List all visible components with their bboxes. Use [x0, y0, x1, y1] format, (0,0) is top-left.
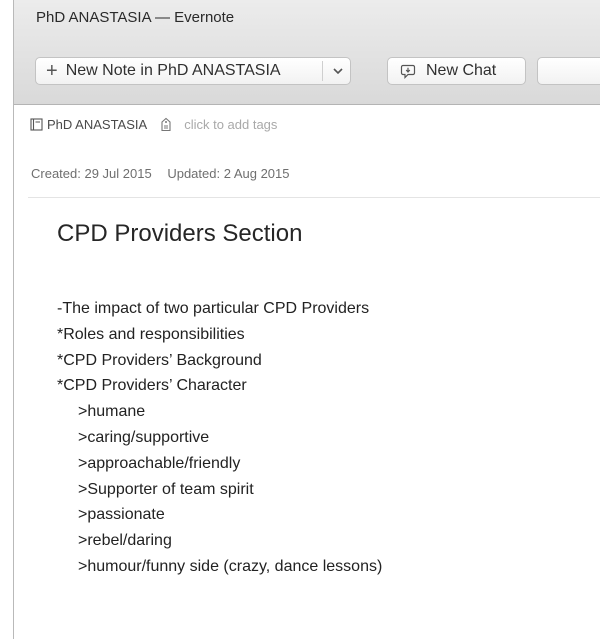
- chat-icon: [400, 63, 416, 79]
- note-line: >humour/funny side (crazy, dance lessons…: [78, 557, 383, 575]
- note-line: >Supporter of team spirit: [78, 480, 254, 498]
- new-note-label: New Note in PhD ANASTASIA: [65, 62, 281, 79]
- note-body[interactable]: -The impact of two particular CPD Provid…: [57, 296, 382, 580]
- note-line: *CPD Providers’ Character: [57, 377, 247, 395]
- note-line: >caring/supportive: [78, 428, 210, 446]
- new-chat-button[interactable]: New Chat: [387, 57, 526, 85]
- window-title: PhD ANASTASIA — Evernote: [36, 9, 235, 26]
- chevron-down-icon[interactable]: [329, 60, 347, 82]
- evernote-window: PhD ANASTASIA — Evernote + New Note in P…: [13, 0, 600, 639]
- note-line: >passionate: [78, 506, 165, 524]
- new-note-button[interactable]: + New Note in PhD ANASTASIA: [35, 57, 351, 85]
- note-line: *CPD Providers’ Background: [57, 351, 262, 369]
- header-divider: [28, 197, 600, 198]
- updated-date: Updated: 2 Aug 2015: [167, 166, 290, 181]
- note-line: *Roles and responsibilities: [57, 325, 245, 343]
- note-dates: Created: 29 Jul 2015 Updated: 2 Aug 2015: [31, 166, 290, 181]
- note-line: >rebel/daring: [78, 532, 172, 550]
- note-line: >humane: [78, 403, 146, 421]
- plus-icon: +: [46, 60, 58, 82]
- title-toolbar: PhD ANASTASIA — Evernote + New Note in P…: [14, 0, 600, 105]
- tags-input[interactable]: click to add tags: [184, 117, 277, 132]
- note-title[interactable]: CPD Providers Section: [57, 220, 302, 248]
- notebook-icon: [30, 118, 43, 131]
- new-chat-label: New Chat: [426, 62, 497, 79]
- notebook-selector[interactable]: PhD ANASTASIA: [47, 117, 147, 132]
- tag-icon[interactable]: [160, 117, 172, 132]
- note-metadata: PhD ANASTASIA click to add tags: [30, 117, 277, 132]
- button-divider: [322, 61, 323, 81]
- created-date: Created: 29 Jul 2015: [31, 166, 152, 181]
- note-line: -The impact of two particular CPD Provid…: [57, 300, 370, 317]
- toolbar-search-field[interactable]: [537, 57, 600, 85]
- note-line: >approachable/friendly: [78, 454, 241, 472]
